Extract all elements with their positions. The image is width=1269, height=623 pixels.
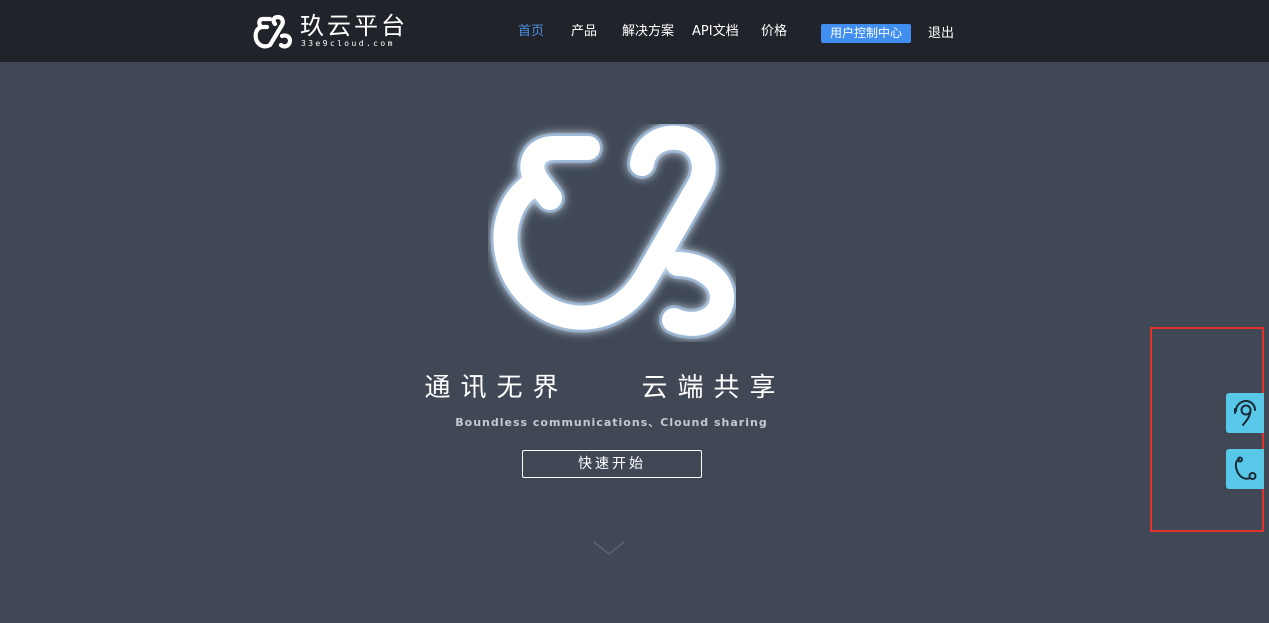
logout-link[interactable]: 退出 <box>928 25 954 42</box>
brand-logo[interactable]: 玖云平台 33e9cloud.com <box>253 13 413 49</box>
nav-item-products[interactable]: 产品 <box>571 23 597 40</box>
phone-contact-button[interactable] <box>1226 449 1264 489</box>
quick-start-button[interactable]: 快速开始 <box>522 450 702 478</box>
brand-name: 玖云平台 <box>300 12 408 40</box>
phone-icon <box>1234 456 1257 480</box>
nav-item-api-docs[interactable]: API文档 <box>692 23 739 40</box>
nav-item-pricing[interactable]: 价格 <box>761 23 787 40</box>
user-console-button[interactable]: 用户控制中心 <box>821 24 911 43</box>
logo-mark-icon <box>253 14 293 49</box>
hero-logo-icon <box>490 124 736 339</box>
nav-item-home[interactable]: 首页 <box>518 23 544 40</box>
brand-domain: 33e9cloud.com <box>301 39 395 48</box>
chevron-down-icon[interactable] <box>592 539 626 557</box>
customer-service-button[interactable] <box>1226 393 1264 433</box>
headset-icon <box>1234 399 1256 426</box>
nav-item-solutions[interactable]: 解决方案 <box>622 23 674 40</box>
page: 玖云平台 33e9cloud.com 首页 产品 解决方案 API文档 价格 用… <box>0 0 1269 623</box>
hero-slogan-english: Boundless communications、Clound sharing <box>455 416 768 429</box>
top-navbar: 玖云平台 33e9cloud.com 首页 产品 解决方案 API文档 价格 用… <box>0 0 1269 62</box>
hero-slogan: 通讯无界 云端共享 <box>424 373 786 403</box>
